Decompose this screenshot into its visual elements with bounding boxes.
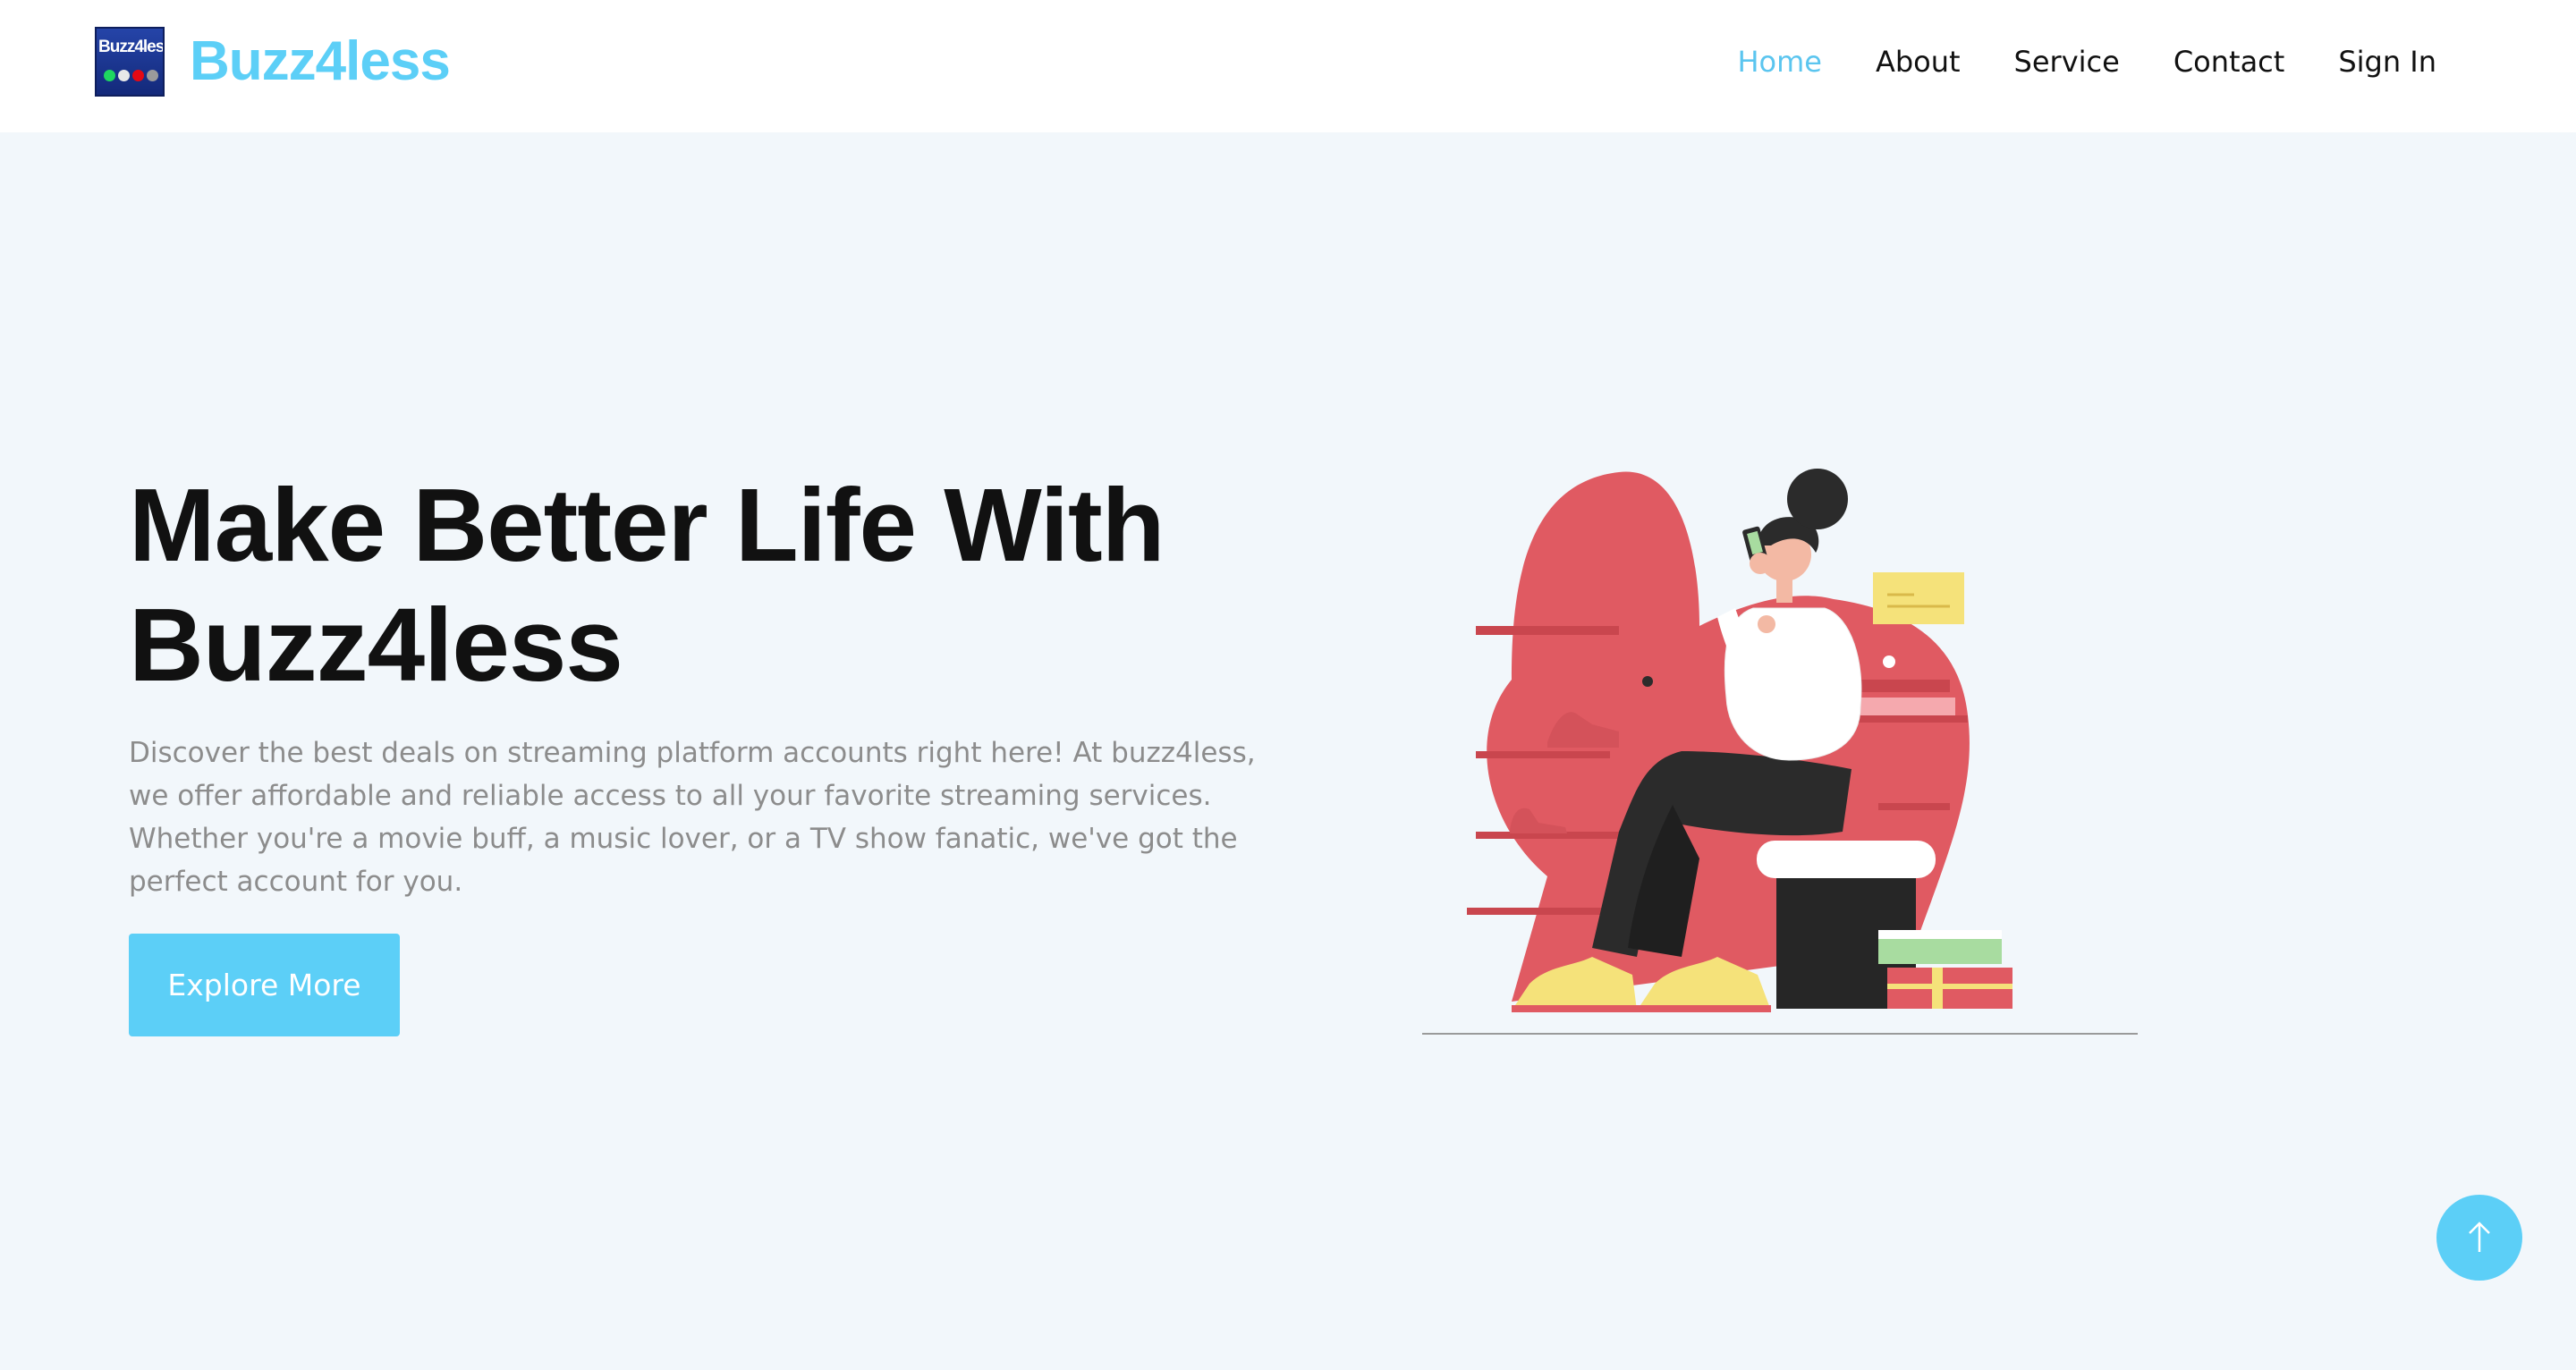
explore-more-button[interactable]: Explore More bbox=[129, 934, 400, 1036]
back-to-top-button[interactable] bbox=[2436, 1195, 2522, 1281]
brand-link[interactable]: Buzz4less Buzz4less bbox=[95, 27, 451, 97]
navbar: Buzz4less Buzz4less Home About Service C… bbox=[0, 0, 2576, 132]
nav-item-about[interactable]: About bbox=[1876, 45, 1961, 79]
main-nav: Home About Service Contact Sign In bbox=[1737, 45, 2436, 79]
hero-title-line-2: Buzz4less bbox=[129, 587, 623, 703]
illustration-boxes bbox=[1878, 930, 2012, 1009]
hero-title-line-1: Make Better Life With bbox=[129, 467, 1165, 583]
nav-item-service[interactable]: Service bbox=[2014, 45, 2120, 79]
brand-name: Buzz4less bbox=[190, 30, 451, 92]
illustration-dot-dark bbox=[1642, 676, 1653, 687]
brand-logo-service-icons bbox=[104, 70, 158, 81]
illustration-dot-white bbox=[1883, 655, 1895, 668]
nav-item-home[interactable]: Home bbox=[1737, 45, 1822, 79]
hero-title: Make Better Life With Buzz4less bbox=[129, 465, 1292, 705]
brand-logo: Buzz4less bbox=[95, 27, 165, 97]
nav-item-contact[interactable]: Contact bbox=[2174, 45, 2285, 79]
illustration-message-bubble bbox=[1873, 572, 1964, 624]
brand-logo-text: Buzz4less bbox=[98, 38, 165, 56]
illustration-shelf-pink bbox=[1860, 698, 1955, 715]
arrow-up-icon bbox=[2469, 1222, 2490, 1252]
hero-illustration bbox=[1422, 469, 2138, 1035]
hero-description: Discover the best deals on streaming pla… bbox=[129, 737, 1256, 898]
nav-item-sign-in[interactable]: Sign In bbox=[2338, 45, 2436, 79]
